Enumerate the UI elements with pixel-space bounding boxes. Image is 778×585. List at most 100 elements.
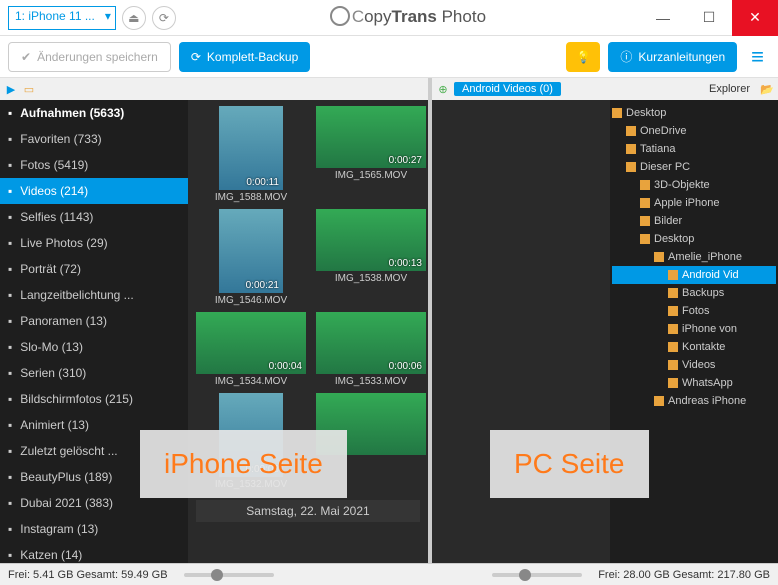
thumbnail-filename: IMG_1538.MOV [316, 273, 426, 284]
sidebar-item[interactable]: ▪ Favoriten (733) [0, 126, 188, 152]
folder-icon [626, 126, 636, 136]
menu-button[interactable]: ≡ [745, 44, 770, 70]
folder-icon [668, 378, 678, 388]
tree-label: Videos [682, 359, 715, 371]
sidebar-item[interactable]: ▪ Instagram (13) [0, 516, 188, 542]
video-thumbnail[interactable]: 0:00:11IMG_1588.MOV [196, 106, 306, 203]
duration-label: 0:00:06 [389, 361, 422, 372]
video-thumbnail[interactable]: 0:00:27IMG_1565.MOV [316, 106, 426, 203]
minimize-button[interactable]: — [640, 0, 686, 36]
tree-node[interactable]: Desktop [612, 230, 776, 248]
sidebar-item[interactable]: ▪Live Photos (29) [0, 230, 188, 256]
explorer-tab[interactable]: Explorer [703, 83, 756, 95]
folder-icon [626, 144, 636, 154]
refresh-icon[interactable]: ⟳ [152, 6, 176, 30]
tree-label: Dieser PC [640, 161, 690, 173]
device-selector[interactable]: 1: iPhone 11 ... [8, 6, 116, 30]
video-thumbnail[interactable] [316, 393, 426, 490]
zoom-slider-right[interactable] [492, 573, 582, 577]
heart-icon: ▪ [8, 132, 12, 146]
zoom-slider-left[interactable] [184, 573, 274, 577]
pc-pane: ⊕ Android Videos (0) Explorer 📂 DesktopO… [432, 78, 778, 563]
tree-node[interactable]: Backups [612, 284, 776, 302]
tree-node[interactable]: Fotos [612, 302, 776, 320]
statusbar: Frei: 5.41 GB Gesamt: 59.49 GB Frei: 28.… [0, 563, 778, 585]
folder-icon: ▪ [8, 548, 12, 562]
tree-node[interactable]: Amelie_iPhone [612, 248, 776, 266]
titlebar: 1: iPhone 11 ... ⏏ ⟳ CopyTrans Photo — ☐… [0, 0, 778, 36]
date-separator: Samstag, 22. Mai 2021 [196, 500, 420, 522]
tree-node[interactable]: Kontakte [612, 338, 776, 356]
tree-node[interactable]: OneDrive [612, 122, 776, 140]
video-thumbnail[interactable]: 0:00:06IMG_1533.MOV [316, 312, 426, 387]
tree-node[interactable]: Apple iPhone [612, 194, 776, 212]
sidebar-item[interactable]: ▪Bildschirmfotos (215) [0, 386, 188, 412]
eject-icon[interactable]: ⏏ [122, 6, 146, 30]
tree-node[interactable]: Videos [612, 356, 776, 374]
sidebar-item[interactable]: ▪Fotos (5419) [0, 152, 188, 178]
backup-button[interactable]: ⟳ Komplett-Backup [179, 42, 310, 72]
folder-icon: ▪ [8, 522, 12, 536]
duration-label: 0:00:27 [389, 155, 422, 166]
sidebar-item[interactable]: ▪Zuletzt gelöscht ... [0, 438, 188, 464]
app-title: CopyTrans Photo [176, 7, 640, 28]
maximize-button[interactable]: ☐ [686, 0, 732, 36]
folder-open-icon[interactable]: 📂 [760, 82, 774, 96]
sidebar-item-label: Aufnahmen (5633) [20, 106, 124, 120]
sidebar-item[interactable]: ▪Selfies (1143) [0, 204, 188, 230]
play-icon[interactable]: ▶ [4, 82, 18, 96]
sidebar-item-label: Fotos (5419) [20, 158, 88, 172]
iphone-pane: ▶ ▭ ▪Aufnahmen (5633)▪Favoriten (733)▪Fo… [0, 78, 428, 563]
tree-node[interactable]: Bilder [612, 212, 776, 230]
guide-button[interactable]: ⓘ Kurzanleitungen [608, 42, 737, 72]
tree-label: Kontakte [682, 341, 725, 353]
pano-icon: ▪ [8, 314, 12, 328]
sidebar-item[interactable]: ▪Serien (310) [0, 360, 188, 386]
tree-node[interactable]: WhatsApp [612, 374, 776, 392]
save-changes-button[interactable]: ✔ Änderungen speichern [8, 42, 171, 72]
sidebar-item[interactable]: ▪Porträt (72) [0, 256, 188, 282]
backup-label: Komplett-Backup [207, 50, 298, 64]
lightbulb-icon: 💡 [576, 50, 591, 64]
tree-label: Android Vid [682, 269, 739, 281]
folder-icon: ▪ [8, 470, 12, 484]
android-videos-tab[interactable]: Android Videos (0) [454, 82, 561, 96]
duration-label: 0:00:04 [269, 361, 302, 372]
sidebar-item[interactable]: ▪Slo-Mo (13) [0, 334, 188, 360]
thumbnail-filename: IMG_1546.MOV [196, 295, 306, 306]
sidebar-item[interactable]: ▪Langzeitbelichtung ... [0, 282, 188, 308]
tree-node[interactable]: Andreas iPhone [612, 392, 776, 410]
sidebar-item[interactable]: ▪Animiert (13) [0, 412, 188, 438]
tree-node[interactable]: Android Vid [612, 266, 776, 284]
tree-node[interactable]: Dieser PC [612, 158, 776, 176]
right-tabstrip: ⊕ Android Videos (0) Explorer 📂 [432, 78, 778, 100]
sidebar-item[interactable]: ▪Katzen (14) [0, 542, 188, 563]
status-right: Frei: 28.00 GB Gesamt: 217.80 GB [590, 569, 778, 581]
video-thumbnail[interactable]: 0:00:08IMG_1532.MOV [196, 393, 306, 490]
sidebar-item-label: Instagram (13) [20, 522, 98, 536]
video-thumbnail[interactable]: 0:00:21IMG_1546.MOV [196, 209, 306, 306]
sidebar-item[interactable]: ▪Videos (214) [0, 178, 188, 204]
sidebar-item[interactable]: ▪Dubai 2021 (383) [0, 490, 188, 516]
sidebar-item[interactable]: ▪Aufnahmen (5633) [0, 100, 188, 126]
folder-icon[interactable]: ▭ [22, 82, 36, 96]
sidebar-item-label: Animiert (13) [20, 418, 89, 432]
sidebar-item-label: Bildschirmfotos (215) [20, 392, 133, 406]
guide-icon: ⓘ [620, 48, 632, 65]
folder-icon [668, 288, 678, 298]
tree-node[interactable]: Tatiana [612, 140, 776, 158]
close-button[interactable]: ✕ [732, 0, 778, 36]
sidebar-item-label: Favoriten (733) [20, 132, 101, 146]
video-thumbnail[interactable]: 0:00:04IMG_1534.MOV [196, 312, 306, 387]
sidebar-item[interactable]: ▪Panoramen (13) [0, 308, 188, 334]
tree-node[interactable]: Desktop [612, 104, 776, 122]
long-icon: ▪ [8, 288, 12, 302]
tip-button[interactable]: 💡 [566, 42, 600, 72]
tree-node[interactable]: iPhone von [612, 320, 776, 338]
tree-node[interactable]: 3D-Objekte [612, 176, 776, 194]
tree-label: Fotos [682, 305, 710, 317]
add-icon[interactable]: ⊕ [436, 82, 450, 96]
video-thumbnail[interactable]: 0:00:13IMG_1538.MOV [316, 209, 426, 306]
sidebar-item[interactable]: ▪BeautyPlus (189) [0, 464, 188, 490]
sidebar-item-label: Serien (310) [20, 366, 86, 380]
